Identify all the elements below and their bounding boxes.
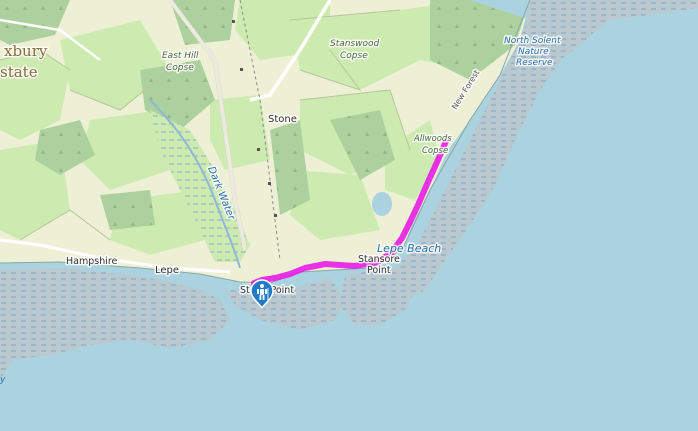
estate-label-1: xbury: [4, 42, 48, 60]
reserve-label-1: North Solent: [504, 36, 561, 46]
stansore-point-label-1: Stansore: [358, 254, 400, 265]
estate-label-2: state: [0, 63, 38, 81]
allwoods-copse-label-2: Copse: [422, 146, 448, 156]
reserve-label-2: Nature: [518, 47, 549, 57]
stanswood-copse-label-2: Copse: [340, 51, 368, 61]
allwoods-copse-label-1: Allwoods: [413, 134, 452, 144]
reserve-label-3: Reserve: [516, 58, 553, 68]
stansore-point-label-2: Point: [367, 265, 391, 276]
east-hill-copse-label-2: Copse: [166, 63, 194, 73]
hampshire-label: Hampshire: [66, 256, 118, 267]
stone-label: Stone: [268, 114, 297, 125]
east-hill-copse-label-1: East Hill: [162, 51, 199, 61]
lepe-label: Lepe: [155, 265, 179, 276]
map-canvas[interactable]: xbury state East Hill Copse Stanswood Co…: [0, 0, 698, 431]
map-view[interactable]: xbury state East Hill Copse Stanswood Co…: [0, 0, 698, 431]
edge-partial-label: y: [0, 375, 6, 385]
stanswood-copse-label-1: Stanswood: [330, 39, 380, 49]
lake: [372, 192, 392, 216]
